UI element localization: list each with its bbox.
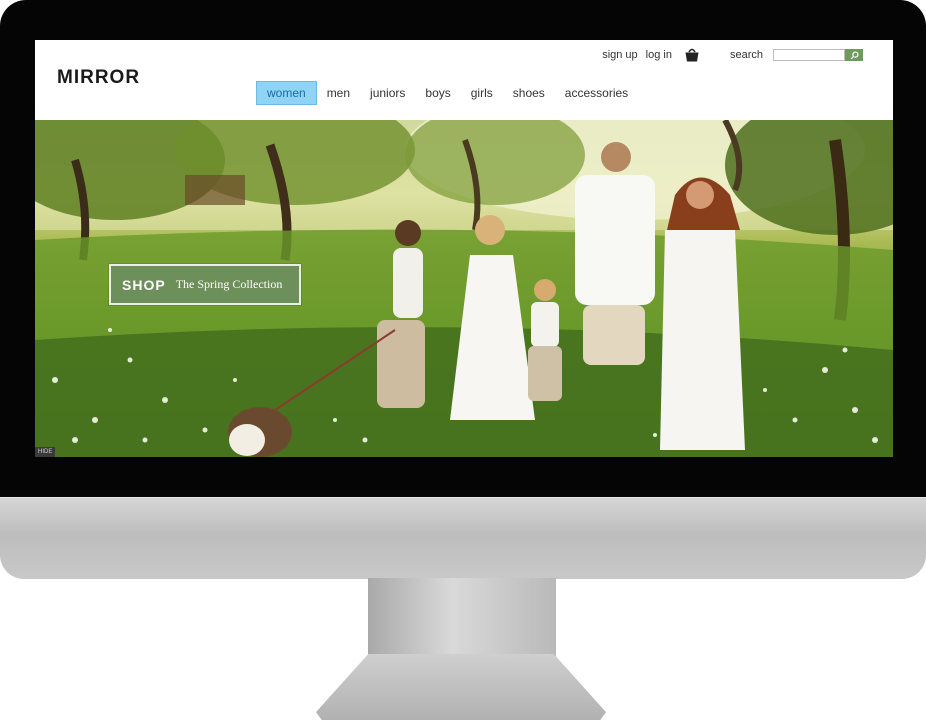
shop-spring-collection-button[interactable]: SHOP The Spring Collection	[109, 264, 301, 305]
search-label: search	[729, 49, 763, 61]
website-screen: MIRROR sign up log in search women men j…	[35, 40, 893, 457]
search-icon	[850, 50, 859, 59]
sign-up-link[interactable]: sign up	[602, 49, 637, 61]
monitor-stand-base	[316, 654, 606, 720]
log-in-link[interactable]: log in	[646, 49, 672, 61]
hero-banner[interactable]: SHOP The Spring Collection HIDE	[35, 120, 893, 457]
hide-banner-button[interactable]: HIDE	[35, 447, 56, 457]
top-links: sign up log in search	[602, 47, 863, 63]
nav-item-shoes[interactable]: shoes	[503, 81, 555, 105]
nav-item-men[interactable]: men	[317, 81, 360, 105]
monitor-stand-neck	[368, 578, 556, 660]
cta-shop-label: SHOP	[122, 276, 166, 293]
site-logo[interactable]: MIRROR	[57, 67, 140, 89]
main-nav: women men juniors boys girls shoes acces…	[256, 81, 638, 105]
nav-item-women[interactable]: women	[256, 81, 317, 105]
monitor-chin	[0, 497, 926, 579]
search-box	[773, 49, 863, 61]
site-header: MIRROR sign up log in search women men j…	[35, 40, 893, 120]
nav-item-girls[interactable]: girls	[461, 81, 503, 105]
search-input[interactable]	[773, 49, 845, 61]
nav-item-boys[interactable]: boys	[415, 81, 460, 105]
cta-collection-label: The Spring Collection	[175, 277, 283, 291]
basket-icon[interactable]	[684, 47, 700, 63]
search-button[interactable]	[845, 49, 863, 61]
nav-item-juniors[interactable]: juniors	[360, 81, 415, 105]
nav-item-accessories[interactable]: accessories	[555, 81, 638, 105]
